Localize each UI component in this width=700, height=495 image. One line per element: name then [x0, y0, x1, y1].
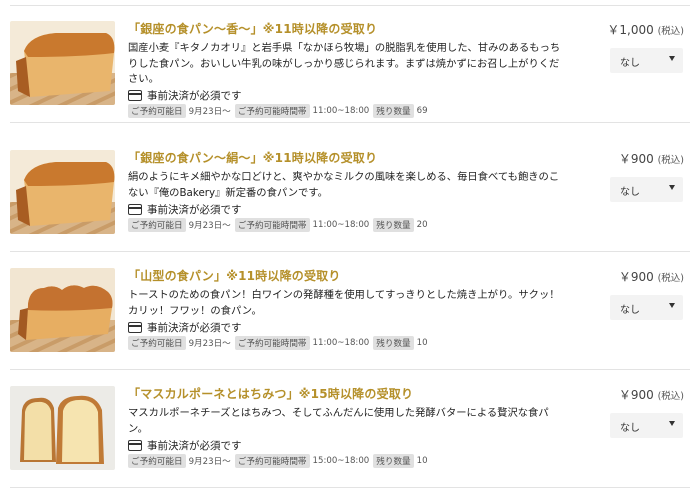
stock-count: 20	[416, 220, 428, 230]
price-value: ￥900	[618, 270, 654, 284]
price-value: ￥900	[618, 152, 654, 166]
payment-note: 事前決済が必須です	[128, 438, 242, 453]
time-range: 11:00~18:00	[312, 106, 370, 116]
chevron-down-icon	[669, 303, 675, 308]
credit-card-icon	[128, 204, 142, 215]
quantity-select-value: なし	[620, 423, 640, 434]
available-date-label: ご予約可能日	[128, 104, 186, 118]
time-label: ご予約可能時間帯	[234, 104, 310, 118]
payment-note-text: 事前決済が必須です	[147, 440, 242, 452]
time-range: 15:00~18:00	[312, 456, 370, 466]
divider	[10, 487, 690, 488]
product-description: トーストのための食パン！白ワインの発酵種を使用してすっきりとした焼き上がり。サク…	[128, 289, 560, 317]
reservation-info: ご予約可能日 9月23日～ ご予約可能時間帯 11:00~18:00 残り数量 …	[128, 104, 432, 118]
product-title[interactable]: 「山型の食パン」※11時以降の受取り	[128, 267, 341, 284]
time-range: 11:00~18:00	[312, 338, 370, 348]
tax-label: (税込)	[657, 273, 684, 284]
time-label: ご予約可能時間帯	[234, 454, 310, 468]
stock-label: 残り数量	[373, 454, 414, 468]
stock-count: 10	[416, 338, 428, 348]
credit-card-icon	[128, 322, 142, 333]
available-date-label: ご予約可能日	[128, 454, 186, 468]
payment-note: 事前決済が必須です	[128, 202, 242, 217]
product-item: 「山型の食パン」※11時以降の受取り トーストのための食パン！白ワインの発酵種を…	[0, 253, 700, 370]
price: ￥900 (税込)	[619, 386, 684, 403]
credit-card-icon	[128, 90, 142, 101]
time-range: 11:00~18:00	[312, 220, 370, 230]
tax-label: (税込)	[657, 26, 684, 37]
stock-label: 残り数量	[373, 336, 414, 350]
product-item: 「銀座の食パン～絹～」※11時以降の受取り 絹のようにキメ細やかな口どけと、爽や…	[0, 135, 700, 252]
tax-label: (税込)	[657, 155, 684, 166]
payment-note: 事前決済が必須です	[128, 88, 242, 103]
quantity-select-value: なし	[620, 305, 640, 316]
payment-note-text: 事前決済が必須です	[147, 90, 242, 102]
price-value: ￥900	[618, 388, 654, 402]
product-description: 絹のようにキメ細やかな口どけと、爽やかなミルクの風味を楽しめる、毎日食べても飽き…	[128, 171, 560, 199]
price: ￥900 (税込)	[619, 150, 684, 167]
stock-count: 10	[416, 456, 428, 466]
quantity-select[interactable]: なし	[610, 413, 683, 438]
available-date-label: ご予約可能日	[128, 336, 186, 350]
divider	[10, 122, 690, 123]
available-date: 9月23日～	[188, 339, 231, 349]
price-value: ￥1,000	[607, 23, 654, 37]
product-item: 「銀座の食パン～香～」※11時以降の受取り 国産小麦『キタノカオリ』と岩手県「な…	[0, 6, 700, 123]
chevron-down-icon	[669, 421, 675, 426]
product-item: 「マスカルポーネとはちみつ」※15時以降の受取り マスカルポーネチーズとはちみつ…	[0, 371, 700, 488]
available-date: 9月23日～	[188, 221, 231, 231]
time-label: ご予約可能時間帯	[234, 218, 310, 232]
chevron-down-icon	[669, 56, 675, 61]
quantity-select[interactable]: なし	[610, 295, 683, 320]
price: ￥1,000 (税込)	[607, 21, 684, 38]
product-title[interactable]: 「マスカルポーネとはちみつ」※15時以降の受取り	[128, 385, 413, 402]
credit-card-icon	[128, 440, 142, 451]
product-title[interactable]: 「銀座の食パン～絹～」※11時以降の受取り	[128, 149, 377, 166]
stock-label: 残り数量	[373, 218, 414, 232]
payment-note-text: 事前決済が必須です	[147, 204, 242, 216]
available-date: 9月23日～	[188, 457, 231, 467]
divider	[10, 251, 690, 252]
product-description: マスカルポーネチーズとはちみつ、そしてふんだんに使用した発酵バターによる贅沢な食…	[128, 407, 549, 435]
product-list: 「銀座の食パン～香～」※11時以降の受取り 国産小麦『キタノカオリ』と岩手県「な…	[0, 0, 700, 495]
tax-label: (税込)	[657, 391, 684, 402]
reservation-info: ご予約可能日 9月23日～ ご予約可能時間帯 11:00~18:00 残り数量 …	[128, 218, 432, 232]
available-date: 9月23日～	[188, 107, 231, 117]
divider	[10, 369, 690, 370]
quantity-select[interactable]: なし	[610, 177, 683, 202]
payment-note-text: 事前決済が必須です	[147, 322, 242, 334]
payment-note: 事前決済が必須です	[128, 320, 242, 335]
product-title[interactable]: 「銀座の食パン～香～」※11時以降の受取り	[128, 20, 377, 37]
chevron-down-icon	[669, 185, 675, 190]
product-image-bread-sliced[interactable]	[10, 386, 115, 470]
product-description: 国産小麦『キタノカオリ』と岩手県「なかほら牧場」の脱脂乳を使用した、甘みのあるも…	[128, 42, 561, 85]
quantity-select-value: なし	[620, 187, 640, 198]
quantity-select-value: なし	[620, 58, 640, 69]
quantity-select[interactable]: なし	[610, 48, 683, 73]
product-image-bread-mountain[interactable]	[10, 268, 115, 352]
time-label: ご予約可能時間帯	[234, 336, 310, 350]
price: ￥900 (税込)	[619, 268, 684, 285]
available-date-label: ご予約可能日	[128, 218, 186, 232]
reservation-info: ご予約可能日 9月23日～ ご予約可能時間帯 15:00~18:00 残り数量 …	[128, 454, 432, 468]
product-image-bread-loaf[interactable]	[10, 21, 115, 105]
product-image-bread-loaf[interactable]	[10, 150, 115, 234]
reservation-info: ご予約可能日 9月23日～ ご予約可能時間帯 11:00~18:00 残り数量 …	[128, 336, 432, 350]
stock-count: 69	[416, 106, 428, 116]
stock-label: 残り数量	[373, 104, 414, 118]
